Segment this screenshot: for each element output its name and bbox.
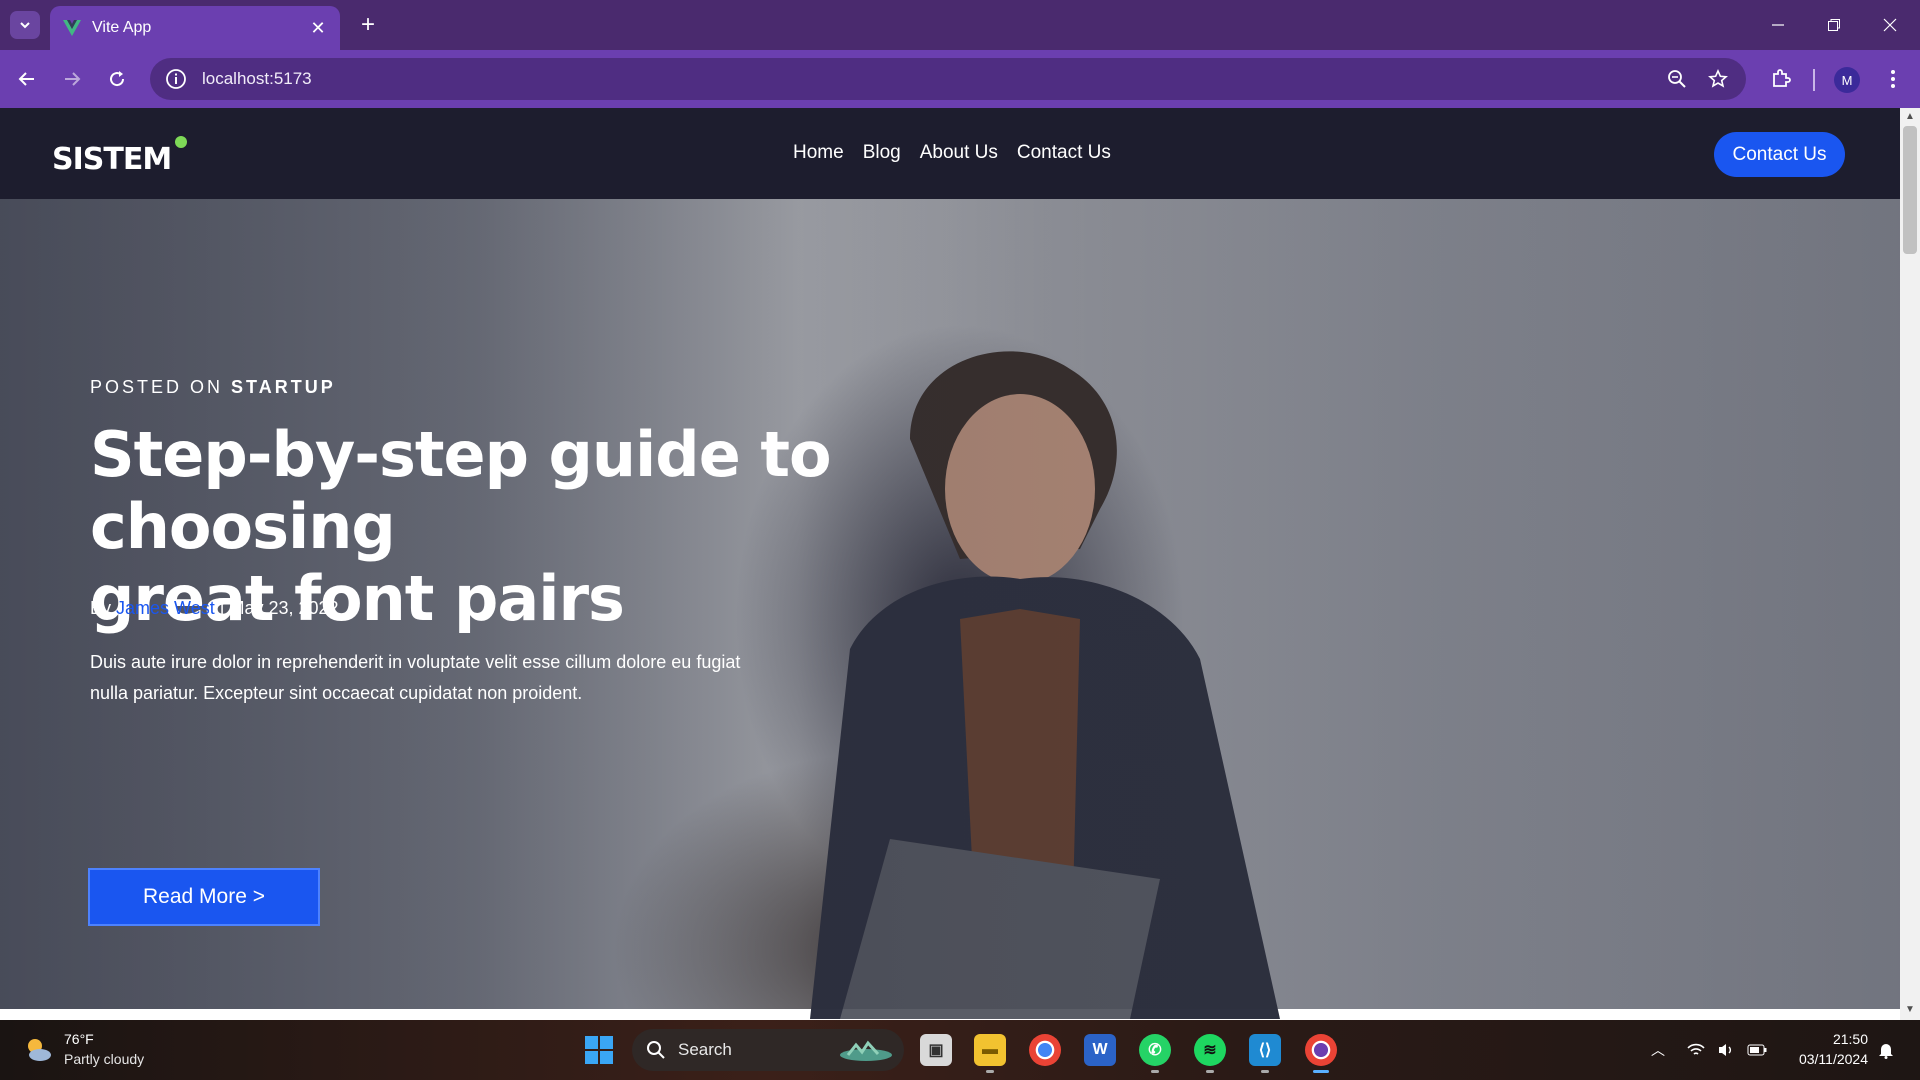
- volume-icon[interactable]: [1714, 1038, 1738, 1062]
- app-running-indicator: [1261, 1070, 1269, 1073]
- file-explorer-icon[interactable]: ▬: [974, 1034, 1006, 1066]
- toolbar-separator: [1813, 69, 1815, 91]
- app-running-indicator: [1151, 1070, 1159, 1073]
- windows-start-icon[interactable]: [585, 1036, 613, 1064]
- battery-icon[interactable]: [1745, 1038, 1769, 1062]
- spotify-icon[interactable]: ≋: [1194, 1034, 1226, 1066]
- bookmark-button[interactable]: [1703, 64, 1733, 94]
- arrow-right-icon: [65, 72, 81, 86]
- byline-separator: |: [219, 598, 225, 618]
- browser-tab[interactable]: Vite App ✕: [50, 6, 340, 50]
- new-tab-button[interactable]: +: [354, 11, 382, 39]
- post-byline: By James West | May 23, 2022: [90, 598, 339, 619]
- forward-button[interactable]: [57, 64, 87, 94]
- search-highlight-icon: [840, 1040, 892, 1061]
- taskbar-search[interactable]: Search: [632, 1029, 904, 1071]
- logo-dot: [175, 136, 187, 148]
- active-app-indicator: [1313, 1070, 1329, 1073]
- task-view-icon[interactable]: ▣: [920, 1034, 952, 1066]
- read-more-button[interactable]: Read More >: [88, 868, 320, 926]
- extensions-button[interactable]: [1766, 64, 1796, 94]
- post-excerpt: Duis aute irure dolor in reprehenderit i…: [90, 652, 741, 703]
- chevron-down-icon: [20, 22, 30, 29]
- search-label: Search: [678, 1040, 732, 1059]
- tab-search-button[interactable]: [10, 11, 40, 39]
- minimize-icon: [1772, 24, 1784, 26]
- post-category-label: POSTED ON STARTUP: [90, 377, 336, 398]
- weather-temperature[interactable]: 76°F: [64, 1031, 94, 1047]
- tab-title: Vite App: [92, 19, 152, 36]
- close-icon: [1883, 18, 1897, 32]
- nav-link-about-us[interactable]: About Us: [920, 142, 998, 164]
- restore-icon: [1828, 19, 1840, 31]
- page-scrollbar[interactable]: ▲ ▼: [1900, 108, 1920, 1020]
- taskbar-date[interactable]: 03/11/2024: [1776, 1051, 1868, 1067]
- notification-bell-icon[interactable]: [1874, 1038, 1898, 1062]
- main-nav: Home Blog About Us Contact Us: [793, 142, 1111, 164]
- weather-description[interactable]: Partly cloudy: [64, 1051, 144, 1067]
- category-link[interactable]: STARTUP: [231, 377, 336, 397]
- chevron-up-icon[interactable]: ︿: [1646, 1038, 1670, 1062]
- scroll-down-icon[interactable]: ▼: [1904, 1004, 1916, 1016]
- address-bar[interactable]: localhost:5173: [150, 58, 1746, 100]
- reload-button[interactable]: [102, 64, 132, 94]
- browser-toolbar: localhost:5173 M: [0, 50, 1920, 108]
- restore-button[interactable]: [1806, 0, 1862, 50]
- whatsapp-icon[interactable]: ✆: [1139, 1034, 1171, 1066]
- wifi-icon[interactable]: [1684, 1038, 1708, 1062]
- close-tab-icon[interactable]: ✕: [308, 18, 328, 39]
- more-vertical-icon: [1891, 70, 1895, 88]
- posted-on-text: POSTED ON: [90, 377, 224, 397]
- browser-tab-bar: Vite App ✕ +: [0, 0, 1920, 50]
- chrome-profile-icon[interactable]: [1305, 1034, 1337, 1066]
- post-title-line-1: Step-by-step guide to choosing: [90, 418, 832, 563]
- app-running-indicator: [986, 1070, 994, 1073]
- chrome-icon[interactable]: [1029, 1034, 1061, 1066]
- site-info-icon[interactable]: [164, 67, 188, 91]
- nav-link-blog[interactable]: Blog: [863, 142, 901, 164]
- close-window-button[interactable]: [1862, 0, 1918, 50]
- back-button[interactable]: [12, 64, 42, 94]
- word-icon[interactable]: W: [1084, 1034, 1116, 1066]
- app-running-indicator: [1206, 1070, 1214, 1073]
- puzzle-icon: [1773, 69, 1791, 87]
- minimize-button[interactable]: [1750, 0, 1806, 50]
- vscode-icon[interactable]: ⟨⟩: [1249, 1034, 1281, 1066]
- scroll-up-icon[interactable]: ▲: [1904, 111, 1916, 123]
- zoom-button[interactable]: [1662, 64, 1692, 94]
- post-date: May 23, 2022: [229, 598, 339, 618]
- vue-logo-icon: [63, 20, 81, 36]
- zoom-out-icon: [1668, 70, 1686, 88]
- nav-link-home[interactable]: Home: [793, 142, 844, 164]
- scrollbar-thumb[interactable]: [1903, 126, 1917, 254]
- hero-section: POSTED ON STARTUP Step-by-step guide to …: [0, 199, 1900, 1019]
- nav-link-contact-us[interactable]: Contact Us: [1017, 142, 1111, 164]
- arrow-left-icon: [18, 72, 34, 86]
- contact-us-button[interactable]: Contact Us: [1714, 132, 1845, 177]
- page-viewport: SISTEM Home Blog About Us Contact Us Con…: [0, 108, 1920, 1020]
- search-icon: [647, 1041, 665, 1059]
- author-link[interactable]: James West: [116, 598, 215, 618]
- taskbar: 76°F Partly cloudy Search ▣ ▬ W ✆ ≋ ⟨⟩ ︿…: [0, 1020, 1920, 1080]
- browser-menu-button[interactable]: [1878, 64, 1908, 94]
- star-icon: [1708, 69, 1728, 88]
- by-label: By: [90, 598, 112, 618]
- site-logo[interactable]: SISTEM: [52, 142, 172, 177]
- url-text[interactable]: localhost:5173: [202, 69, 312, 89]
- partly-cloudy-icon[interactable]: [22, 1034, 54, 1066]
- site-header: SISTEM Home Blog About Us Contact Us Con…: [0, 108, 1900, 199]
- profile-avatar[interactable]: M: [1834, 67, 1860, 93]
- taskbar-time[interactable]: 21:50: [1788, 1031, 1868, 1047]
- reload-icon: [110, 71, 125, 87]
